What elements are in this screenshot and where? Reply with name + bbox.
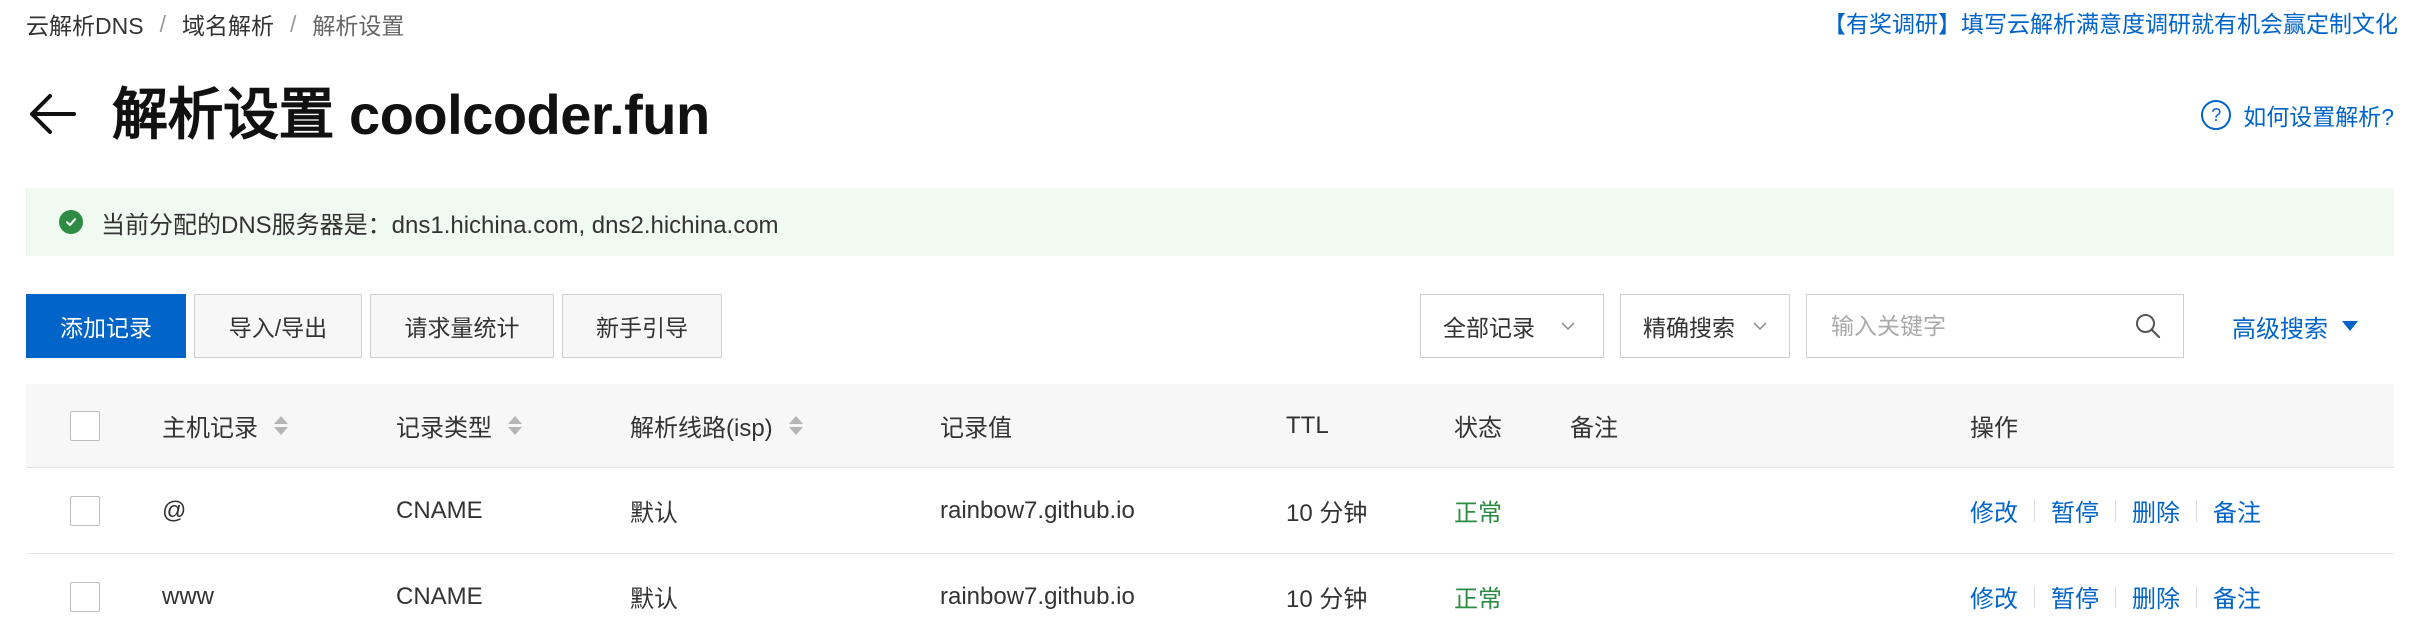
- beginner-guide-button[interactable]: 新手引导: [562, 294, 722, 358]
- search-box: [1806, 294, 2184, 358]
- advanced-search-toggle[interactable]: 高级搜索: [2232, 294, 2358, 358]
- back-arrow-icon[interactable]: [26, 88, 78, 140]
- search-icon[interactable]: [2133, 311, 2163, 341]
- help-link-label: 如何设置解析?: [2243, 104, 2394, 130]
- column-status: 状态: [1454, 415, 1502, 442]
- column-type[interactable]: 记录类型: [396, 384, 522, 467]
- row-checkbox[interactable]: [70, 581, 100, 612]
- column-type-label: 记录类型: [396, 415, 492, 442]
- cell-line: 默认: [630, 586, 678, 613]
- pause-link[interactable]: 暂停: [2051, 579, 2099, 614]
- cell-host: www: [162, 582, 214, 610]
- column-note: 备注: [1570, 415, 1618, 442]
- cell-type: CNAME: [396, 496, 483, 524]
- request-stats-button[interactable]: 请求量统计: [370, 294, 554, 358]
- sort-icon[interactable]: [508, 416, 522, 435]
- edit-link[interactable]: 修改: [1970, 579, 2018, 614]
- column-line-label: 解析线路(isp): [630, 415, 773, 442]
- row-checkbox[interactable]: [70, 495, 100, 526]
- caret-down-icon: [2342, 321, 2358, 331]
- pause-link[interactable]: 暂停: [2051, 493, 2099, 528]
- search-mode-select[interactable]: 精确搜索: [1620, 294, 1790, 358]
- breadcrumb: 云解析DNS / 域名解析 / 解析设置: [26, 8, 404, 40]
- column-ttl: TTL: [1286, 411, 1329, 439]
- cell-value: rainbow7.github.io: [940, 496, 1135, 524]
- action-divider: [2034, 499, 2035, 522]
- cell-status: 正常: [1454, 586, 1502, 613]
- table-row: www CNAME 默认 rainbow7.github.io 10 分钟 正常…: [26, 554, 2394, 636]
- breadcrumb-current: 解析设置: [312, 13, 405, 39]
- help-link[interactable]: ? 如何设置解析?: [2201, 98, 2394, 132]
- column-actions: 操作: [1970, 415, 2018, 442]
- action-divider: [2196, 585, 2197, 608]
- breadcrumb-separator: /: [159, 10, 166, 37]
- cell-host: @: [162, 496, 187, 524]
- check-circle-icon: [59, 210, 83, 234]
- import-export-button[interactable]: 导入/导出: [194, 294, 362, 358]
- cell-ttl: 10 分钟: [1286, 500, 1368, 527]
- select-all-checkbox[interactable]: [70, 410, 100, 441]
- page-title: 解析设置 coolcoder.fun: [112, 83, 710, 146]
- column-value: 记录值: [940, 415, 1012, 442]
- note-link[interactable]: 备注: [2213, 493, 2261, 528]
- row-actions: 修改 暂停 删除 备注: [1970, 468, 2261, 553]
- breadcrumb-dns[interactable]: 云解析DNS: [26, 7, 144, 41]
- column-host-label: 主机记录: [162, 415, 258, 442]
- cell-type: CNAME: [396, 582, 483, 610]
- row-actions: 修改 暂停 删除 备注: [1970, 554, 2261, 636]
- action-divider: [2115, 585, 2116, 608]
- breadcrumb-domain-resolution[interactable]: 域名解析: [182, 7, 274, 41]
- note-link[interactable]: 备注: [2213, 579, 2261, 614]
- action-divider: [2034, 585, 2035, 608]
- delete-link[interactable]: 删除: [2132, 579, 2180, 614]
- cell-line: 默认: [630, 500, 678, 527]
- alert-text: 当前分配的DNS服务器是：dns1.hichina.com, dns2.hich…: [101, 211, 779, 239]
- breadcrumb-separator: /: [289, 10, 297, 37]
- records-table-header: 主机记录 记录类型 解析线路(isp) 记录值 TTL 状态 备注 操作: [26, 384, 2394, 468]
- record-filter-value: 全部记录: [1443, 315, 1535, 341]
- chevron-down-icon: [1561, 322, 1575, 331]
- cell-status: 正常: [1454, 500, 1502, 527]
- column-line[interactable]: 解析线路(isp): [630, 384, 803, 467]
- record-filter-select[interactable]: 全部记录: [1420, 294, 1604, 358]
- sort-icon[interactable]: [788, 416, 803, 435]
- survey-promo-link[interactable]: 【有奖调研】填写云解析满意度调研就有机会赢定制文化: [1823, 8, 2398, 40]
- action-divider: [2196, 499, 2197, 522]
- sort-icon[interactable]: [274, 416, 288, 435]
- cell-value: rainbow7.github.io: [940, 582, 1135, 610]
- table-row: @ CNAME 默认 rainbow7.github.io 10 分钟 正常 修…: [26, 468, 2394, 554]
- help-circle-icon: ?: [2201, 100, 2232, 130]
- column-host[interactable]: 主机记录: [162, 384, 288, 467]
- delete-link[interactable]: 删除: [2132, 493, 2180, 528]
- search-mode-value: 精确搜索: [1643, 315, 1735, 341]
- advanced-search-label: 高级搜索: [2232, 315, 2328, 343]
- action-divider: [2115, 499, 2116, 522]
- search-input[interactable]: [1831, 312, 2131, 340]
- cell-ttl: 10 分钟: [1286, 586, 1368, 613]
- edit-link[interactable]: 修改: [1970, 493, 2018, 528]
- chevron-down-icon: [1753, 322, 1767, 331]
- dns-server-alert: 当前分配的DNS服务器是：dns1.hichina.com, dns2.hich…: [26, 188, 2394, 256]
- add-record-button[interactable]: 添加记录: [26, 294, 186, 358]
